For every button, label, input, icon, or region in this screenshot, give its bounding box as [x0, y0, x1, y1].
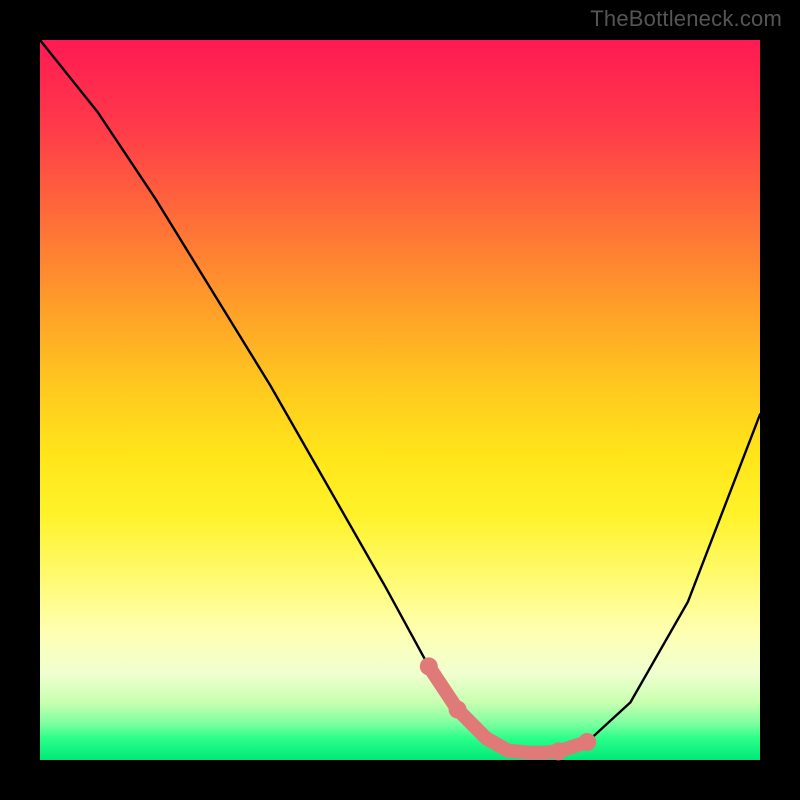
- curve-svg: [40, 40, 760, 760]
- watermark-text: TheBottleneck.com: [590, 6, 782, 32]
- highlight-dot: [420, 657, 438, 675]
- highlight-dot: [578, 733, 596, 751]
- chart-frame: TheBottleneck.com: [0, 0, 800, 800]
- bottleneck-curve: [40, 40, 760, 753]
- highlight-dot: [449, 701, 467, 719]
- plot-area: [40, 40, 760, 760]
- highlight-dot: [549, 742, 567, 760]
